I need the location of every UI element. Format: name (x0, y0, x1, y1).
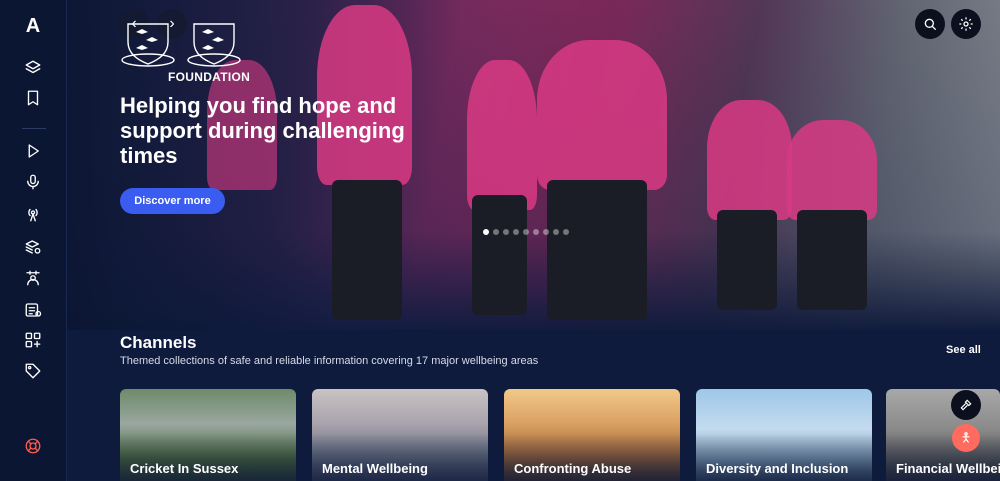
tag-icon[interactable] (23, 361, 43, 381)
app-logo[interactable]: A (26, 14, 40, 38)
stack-settings-icon[interactable] (23, 237, 43, 257)
channel-cards: Cricket In Sussex Mental Wellbeing Confr… (120, 389, 872, 481)
broadcast-icon[interactable] (23, 204, 43, 224)
channel-card-financial-wellbeing[interactable]: Financial Wellbeing (886, 389, 1000, 481)
bookmark-icon[interactable] (23, 88, 43, 108)
hero-image-player (707, 100, 792, 220)
hero-image-player-legs (717, 210, 777, 310)
hero-image-player (537, 40, 667, 190)
sidebar: A (0, 0, 67, 481)
apps-add-icon[interactable] (23, 330, 43, 350)
help-icon[interactable] (23, 436, 43, 456)
channel-card-label: Diversity and Inclusion (706, 461, 849, 476)
accessibility-icon[interactable] (952, 424, 980, 452)
layers-icon[interactable] (23, 58, 43, 78)
channel-card-label: Financial Wellbeing (896, 461, 1000, 476)
carousel-dot[interactable] (553, 229, 559, 235)
carousel-dot[interactable] (503, 229, 509, 235)
hero-image-player (467, 60, 537, 210)
channels-title: Channels (120, 333, 197, 352)
hero-banner: ‹ › FOUNDATION Helping you find hope and… (67, 0, 1000, 330)
carousel-dot[interactable] (483, 229, 489, 235)
microphone-icon[interactable] (23, 172, 43, 192)
play-icon[interactable] (23, 141, 43, 161)
hero-image-player-legs (797, 210, 867, 310)
user-badge-icon[interactable] (23, 268, 43, 288)
discover-more-button[interactable]: Discover more (120, 188, 225, 214)
carousel-dot[interactable] (563, 229, 569, 235)
carousel-dot[interactable] (543, 229, 549, 235)
hero-title: Helping you find hope and support during… (120, 93, 405, 168)
search-icon[interactable] (915, 9, 945, 39)
carousel-dot[interactable] (533, 229, 539, 235)
gear-icon[interactable] (951, 9, 981, 39)
channels-subtitle: Themed collections of safe and reliable … (120, 355, 539, 367)
main-content: ‹ › FOUNDATION Helping you find hope and… (67, 0, 1000, 481)
channel-card-diversity-and-inclusion[interactable]: Diversity and Inclusion (696, 389, 872, 481)
article-icon[interactable] (23, 300, 43, 320)
channel-card-label: Cricket In Sussex (130, 461, 239, 476)
carousel-dot[interactable] (523, 229, 529, 235)
hammer-icon[interactable] (951, 390, 981, 420)
channel-card-confronting-abuse[interactable]: Confronting Abuse (504, 389, 680, 481)
channel-card-cricket-in-sussex[interactable]: Cricket In Sussex (120, 389, 296, 481)
foundation-label: FOUNDATION (168, 70, 251, 84)
carousel-dot[interactable] (493, 229, 499, 235)
channel-card-mental-wellbeing[interactable]: Mental Wellbeing (312, 389, 488, 481)
hero-image-player-legs (472, 195, 527, 315)
carousel-dots (483, 229, 569, 235)
channel-card-label: Mental Wellbeing (322, 461, 428, 476)
hero-image-player (787, 120, 877, 220)
sidebar-divider (22, 128, 46, 129)
carousel-dot[interactable] (513, 229, 519, 235)
channel-card-label: Confronting Abuse (514, 461, 632, 476)
hero-image-player-legs (547, 180, 647, 320)
see-all-link[interactable]: See all (946, 344, 981, 356)
hero-image-player-legs (332, 180, 402, 320)
sussex-crests-logo (121, 23, 241, 67)
